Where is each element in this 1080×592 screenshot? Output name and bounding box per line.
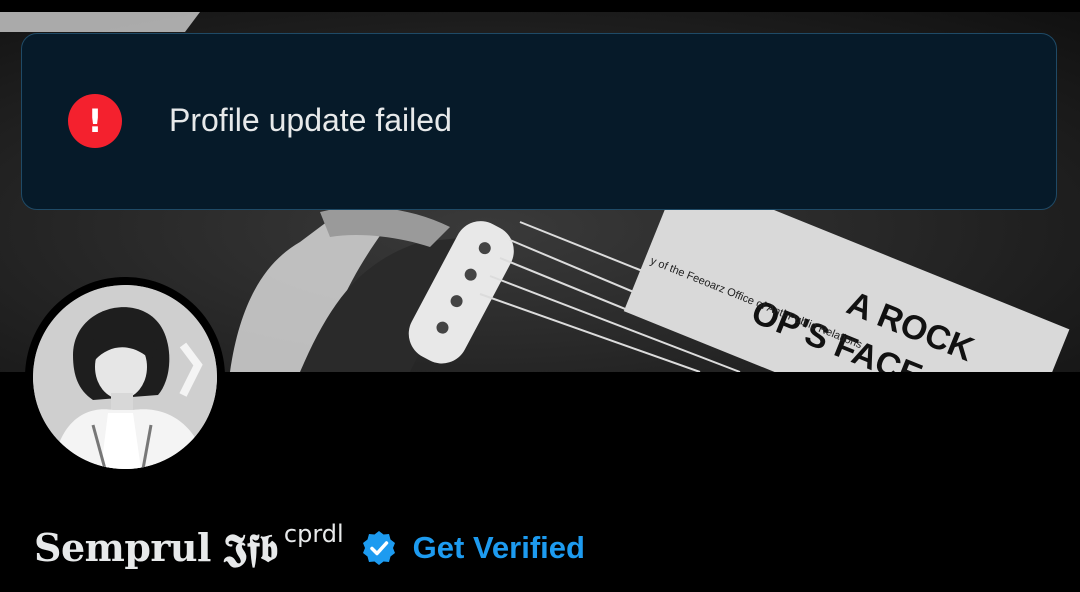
display-name: Semprul 𝕵𝖋𝖇 (34, 525, 278, 570)
toast-message: Profile update failed (169, 102, 452, 138)
get-verified-link[interactable]: Get Verified (413, 530, 585, 566)
avatar[interactable] (25, 277, 225, 477)
profile-name-row: Semprul 𝕵𝖋𝖇 cprdl Get Verified (34, 518, 585, 578)
display-name-suffix: cprdl (283, 520, 344, 548)
exclamation-alert-icon: ! (68, 94, 122, 148)
status-bar (0, 0, 1080, 12)
error-toast[interactable]: ! Profile update failed (21, 33, 1057, 210)
profile-page: A ROCK OP'S FACE y of the Feeoarz Office… (0, 0, 1080, 592)
verified-badge-icon (360, 529, 398, 567)
avatar-image (33, 285, 217, 469)
